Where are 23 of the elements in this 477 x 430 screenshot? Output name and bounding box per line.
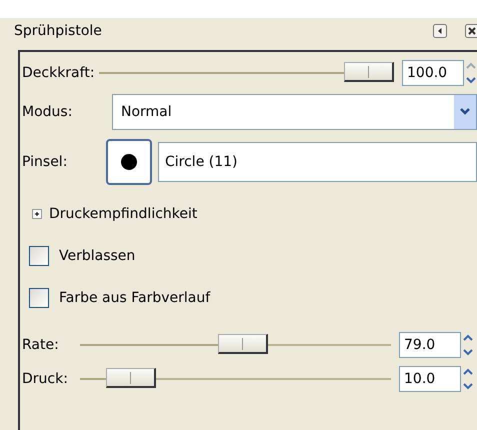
checkbox[interactable] (29, 288, 49, 308)
value-input[interactable]: 10.0 (399, 366, 461, 392)
slider-thumb[interactable] (344, 62, 394, 82)
circle-brush-icon (120, 153, 138, 171)
value-input[interactable]: 79.0 (399, 332, 461, 358)
mode-dropdown[interactable]: Normal (112, 94, 477, 130)
checkbox-label: Verblassen (59, 248, 136, 264)
mode-label: Modus: (22, 104, 74, 120)
checkbox[interactable] (29, 246, 49, 266)
brush-name-field[interactable]: Circle (11) (158, 142, 477, 182)
checkbox-label: Farbe aus Farbverlauf (59, 290, 210, 306)
expander-icon[interactable] (32, 209, 42, 219)
pressure-sensitivity-label[interactable]: Druckempfindlichkeit (49, 206, 198, 222)
slider-label: Druck: (22, 371, 69, 387)
opacity-label: Deckkraft: (22, 65, 95, 81)
panel-title: Sprühpistole (14, 23, 102, 39)
slider-thumb[interactable] (106, 368, 156, 388)
close-icon[interactable] (465, 24, 477, 38)
brush-preview[interactable] (106, 139, 152, 185)
brush-label: Pinsel: (22, 154, 68, 170)
slider-label: Rate: (22, 337, 60, 353)
slider-thumb[interactable] (218, 334, 268, 354)
opacity-input[interactable]: 100.0 (402, 60, 464, 86)
